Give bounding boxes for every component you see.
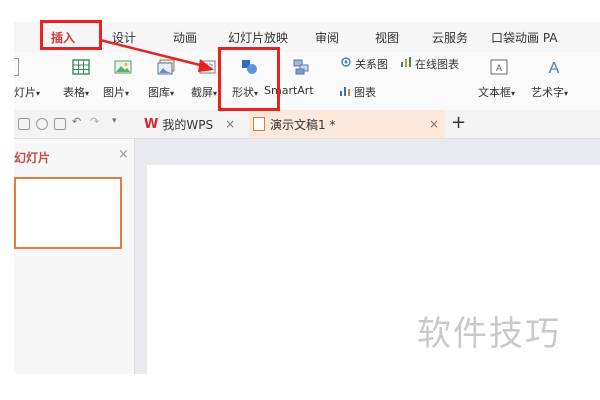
relation-label[interactable]: 关系图 xyxy=(355,56,388,72)
smartart-icon[interactable] xyxy=(292,58,312,76)
menu-slideshow[interactable]: 幻灯片放映 xyxy=(228,29,288,46)
online-chart-icon[interactable] xyxy=(400,56,412,68)
table-label[interactable]: 表格▾ xyxy=(63,84,89,100)
slide-thumbnail-1[interactable] xyxy=(14,177,122,249)
svg-text:A: A xyxy=(496,63,502,73)
watermark-text: 软件技巧 xyxy=(417,314,561,354)
slides-panel: 幻灯片 × xyxy=(14,139,135,374)
new-slide-label[interactable]: 灯片▾ xyxy=(14,84,40,100)
insert-tab-highlight xyxy=(40,20,102,50)
menu-design[interactable]: 设计 xyxy=(112,29,136,46)
svg-text:A: A xyxy=(549,60,560,76)
menu-cloud[interactable]: 云服务 xyxy=(432,29,468,46)
save-icon[interactable] xyxy=(18,118,30,130)
redo-icon[interactable]: ↷ xyxy=(90,115,99,128)
undo-icon[interactable]: ↶ xyxy=(72,115,81,128)
tab-my-wps-close-icon[interactable]: × xyxy=(225,117,235,131)
wordart-label[interactable]: 艺术字▾ xyxy=(531,84,568,100)
relation-icon[interactable] xyxy=(340,56,352,68)
wps-logo-icon: W xyxy=(144,116,159,132)
menu-animation[interactable]: 动画 xyxy=(173,29,197,46)
shape-button-highlight xyxy=(218,47,280,111)
screenshot-label[interactable]: 截屏▾ xyxy=(191,84,217,100)
tab-my-wps-label: 我的WPS xyxy=(162,117,214,132)
online-chart-label[interactable]: 在线图表 xyxy=(415,56,459,72)
gallery-icon[interactable] xyxy=(156,58,176,76)
table-icon[interactable] xyxy=(71,58,91,76)
screenshot-icon[interactable] xyxy=(198,58,218,76)
new-slide-icon[interactable] xyxy=(14,58,19,76)
chart-icon[interactable] xyxy=(339,85,351,97)
tab-my-wps[interactable]: W 我的WPS × xyxy=(144,110,248,138)
presentation-file-icon xyxy=(253,117,265,131)
tab-presentation-1-label: 演示文稿1 * xyxy=(270,117,336,132)
picture-label[interactable]: 图片▾ xyxy=(103,84,129,100)
tab-presentation-1[interactable]: 演示文稿1 * × xyxy=(249,110,445,138)
print-icon[interactable] xyxy=(36,118,48,130)
preview-icon[interactable] xyxy=(54,118,66,130)
menu-review[interactable]: 审阅 xyxy=(315,29,339,46)
menu-view[interactable]: 视图 xyxy=(375,29,399,46)
gallery-label[interactable]: 图库▾ xyxy=(148,84,174,100)
wordart-icon[interactable]: A xyxy=(544,58,564,76)
slides-panel-title: 幻灯片 xyxy=(14,151,51,165)
menu-pocket-animation[interactable]: 口袋动画 PA xyxy=(491,29,558,46)
slides-panel-close-icon[interactable]: × xyxy=(118,147,129,162)
textbox-icon[interactable]: A xyxy=(489,58,509,76)
customize-dropdown-icon[interactable]: ▾ xyxy=(112,116,117,126)
textbox-label[interactable]: 文本框▾ xyxy=(478,84,515,100)
tab-presentation-1-close-icon[interactable]: × xyxy=(429,117,439,131)
quick-access-toolbar: ↶ ↷ ▾ W 我的WPS × 演示文稿1 * × + xyxy=(14,110,600,139)
new-tab-plus-icon[interactable]: + xyxy=(451,112,466,133)
picture-icon[interactable] xyxy=(113,58,133,76)
chart-label[interactable]: 图表 xyxy=(354,84,376,100)
